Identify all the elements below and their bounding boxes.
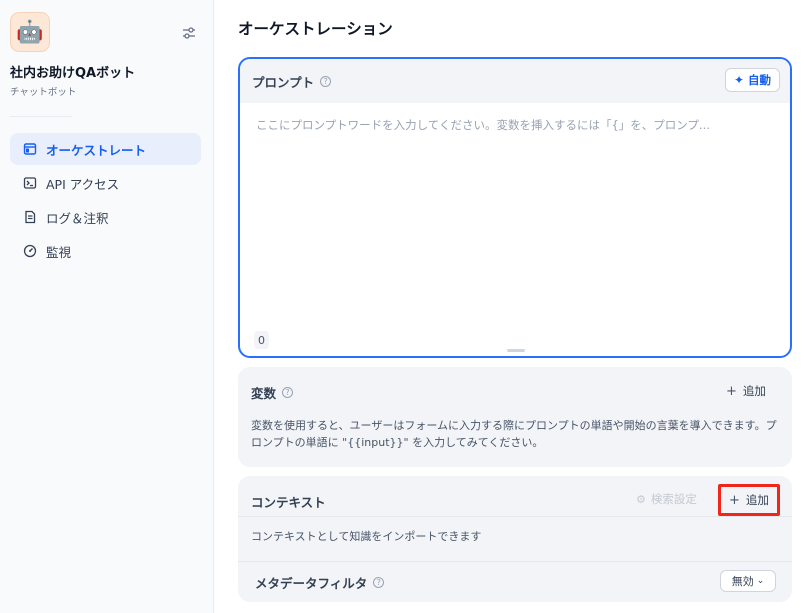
sidebar-item-label: API アクセス <box>46 176 120 192</box>
sidebar-item-label: 監視 <box>46 244 72 260</box>
sliders-icon: ⚙ <box>636 492 646 506</box>
app-name: 社内お助けQAボット <box>10 66 136 81</box>
context-title: コンテキスト <box>251 495 326 510</box>
sliders-icon[interactable] <box>180 24 198 42</box>
sidebar-item-monitoring[interactable]: 監視 <box>10 235 201 267</box>
page-title: オーケストレーション <box>238 20 393 38</box>
help-icon[interactable]: ? <box>282 387 294 398</box>
app-type: チャットボット <box>10 87 77 98</box>
document-icon <box>22 209 38 225</box>
metadata-filter-value: 無効 <box>731 575 754 588</box>
sidebar-divider <box>10 116 72 117</box>
chevron-down-icon: ⌄ <box>756 576 765 586</box>
prompt-header: プロンプト ? ✦ 自動 <box>240 59 790 103</box>
sidebar-item-api-access[interactable]: API アクセス <box>10 167 201 199</box>
add-variable-button[interactable]: + 追加 <box>718 379 774 403</box>
app-icon: 🤖 <box>10 12 50 52</box>
terminal-icon <box>22 175 38 191</box>
divider <box>238 516 792 517</box>
prompt-input[interactable] <box>240 103 790 323</box>
sidebar: 🤖 社内お助けQAボット チャットボット オーケストレート API アクセス ロ… <box>0 0 214 613</box>
metadata-filter-row: メタデータフィルタ ? <box>255 573 385 592</box>
variables-card: 変数 ? + 追加 変数を使用すると、ユーザーはフォームに入力する際にプロンプト… <box>238 367 792 467</box>
sidebar-item-logs[interactable]: ログ＆注釈 <box>10 201 201 233</box>
gauge-icon <box>22 243 38 259</box>
auto-generate-button[interactable]: ✦ 自動 <box>724 68 780 92</box>
char-count: 0 <box>254 331 269 349</box>
sidebar-item-orchestrate[interactable]: オーケストレート <box>10 133 201 165</box>
add-variable-label: 追加 <box>742 384 766 398</box>
highlight-outline <box>718 484 780 516</box>
variables-header: 変数 ? <box>251 383 294 402</box>
auto-generate-label: 自動 <box>748 73 771 87</box>
divider <box>238 561 792 562</box>
context-description: コンテキストとして知識をインポートできます <box>251 530 482 543</box>
plus-icon: + <box>726 383 737 399</box>
context-card: コンテキスト ⚙ 検索設定 + 追加 コンテキストとして知識をインポートできます… <box>238 476 792 602</box>
sidebar-nav: オーケストレート API アクセス ログ＆注釈 監視 <box>10 133 201 269</box>
prompt-title: プロンプト <box>252 74 315 90</box>
context-header: コンテキスト <box>251 492 326 511</box>
help-icon[interactable]: ? <box>373 577 385 588</box>
variables-title: 変数 <box>251 386 277 401</box>
resize-handle[interactable] <box>507 349 525 352</box>
metadata-filter-label: メタデータフィルタ <box>255 576 368 591</box>
help-icon[interactable]: ? <box>320 75 332 87</box>
sidebar-item-label: ログ＆注釈 <box>46 210 109 226</box>
sidebar-item-label: オーケストレート <box>46 142 147 158</box>
retrieval-settings-button[interactable]: ⚙ 検索設定 <box>636 487 697 511</box>
sparkle-icon: ✦ <box>733 73 744 87</box>
prompt-card: プロンプト ? ✦ 自動 0 <box>238 57 792 358</box>
retrieval-settings-label: 検索設定 <box>650 492 697 506</box>
layout-icon <box>22 141 38 157</box>
metadata-filter-select[interactable]: 無効 ⌄ <box>720 570 776 592</box>
variables-description: 変数を使用すると、ユーザーはフォームに入力する際にプロンプトの単語や開始の言葉を… <box>251 419 777 449</box>
